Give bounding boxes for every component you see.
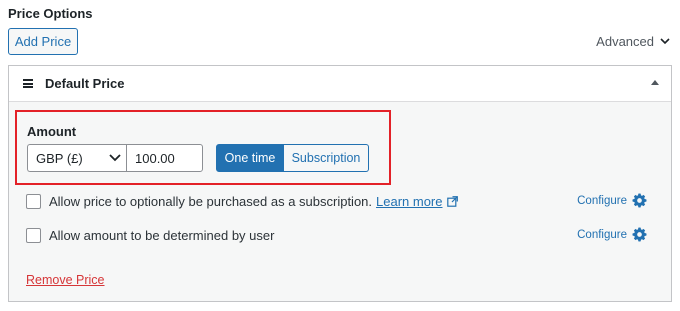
collapse-arrow-icon[interactable]	[651, 80, 659, 85]
subscription-option-row: Allow price to optionally be purchased a…	[26, 193, 458, 209]
one-time-button[interactable]: One time	[216, 144, 284, 172]
gear-icon	[632, 193, 647, 208]
chevron-down-icon	[109, 154, 121, 162]
remove-price-link[interactable]: Remove Price	[26, 273, 105, 287]
amount-label: Amount	[27, 124, 77, 139]
price-panel: Default Price Amount GBP (£) 100.00 One …	[8, 65, 672, 302]
learn-more-link[interactable]: Learn more	[376, 194, 442, 209]
currency-value: GBP (£)	[36, 150, 83, 166]
section-title: Price Options	[8, 6, 93, 21]
gear-icon	[632, 227, 647, 242]
price-mode-toggle: One time Subscription	[216, 144, 369, 172]
configure-label: Configure	[577, 228, 627, 241]
drag-handle-icon[interactable]	[23, 79, 33, 88]
custom-amount-option-label: Allow amount to be determined by user	[49, 227, 275, 243]
custom-amount-option-row: Allow amount to be determined by user	[26, 227, 274, 243]
subscription-button[interactable]: Subscription	[284, 144, 369, 172]
chevron-down-icon	[660, 38, 670, 45]
external-link-icon	[446, 195, 458, 207]
panel-title: Default Price	[45, 76, 125, 91]
custom-amount-checkbox[interactable]	[26, 227, 41, 243]
subscription-checkbox[interactable]	[26, 193, 41, 209]
add-price-button[interactable]: Add Price	[8, 28, 78, 55]
advanced-toggle[interactable]: Advanced	[596, 34, 670, 49]
panel-header: Default Price	[9, 66, 671, 102]
configure-subscription-link[interactable]: Configure	[577, 193, 647, 208]
amount-input[interactable]: 100.00	[126, 144, 203, 172]
currency-select[interactable]: GBP (£)	[27, 144, 127, 172]
advanced-label: Advanced	[596, 34, 654, 49]
configure-label: Configure	[577, 194, 627, 207]
configure-custom-amount-link[interactable]: Configure	[577, 227, 647, 242]
subscription-option-label: Allow price to optionally be purchased a…	[49, 193, 373, 209]
